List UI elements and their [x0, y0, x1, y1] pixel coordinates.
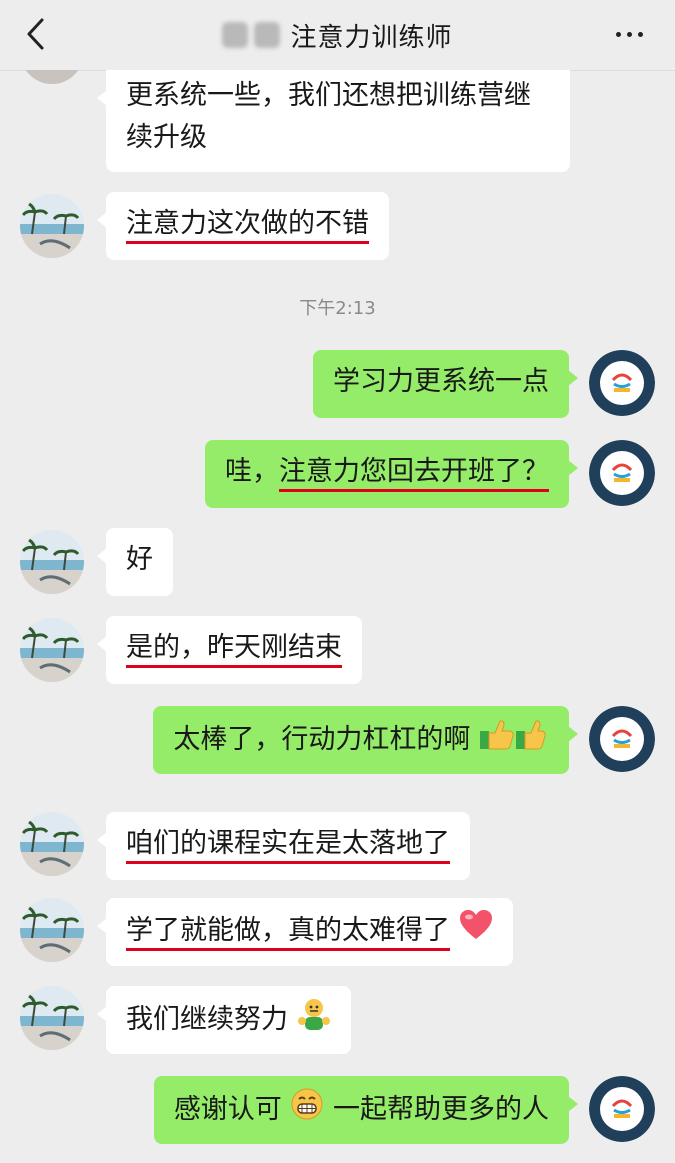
message-bubble-received[interactable]: 注意力这次做的不错 [97, 192, 389, 260]
heart-icon [459, 909, 493, 954]
message-text: 更系统一些，我们还想把训练营继 [126, 80, 531, 111]
chat-title-group: 注意力训练师 [222, 17, 452, 54]
avatar[interactable] [20, 986, 84, 1050]
avatar[interactable] [20, 194, 84, 258]
timestamp: 下午2:13 [299, 298, 376, 319]
logo-avatar-icon [589, 440, 655, 506]
message-text: 一起帮助更多的人 [333, 1094, 549, 1125]
message-bubble-received[interactable]: 咱们的课程实在是太落地了 [97, 812, 470, 880]
avatar[interactable] [20, 898, 84, 962]
avatar-self[interactable] [589, 350, 655, 416]
beach-avatar-icon [20, 194, 84, 258]
message-bubble-sent[interactable]: 哇，注意力您回去开班了？ [205, 440, 578, 508]
avatar-self[interactable] [589, 440, 655, 506]
message-text: 学习力更系统一点 [333, 366, 549, 397]
message-text: 注意力您回去开班了？ [279, 456, 549, 492]
message-text: 太棒了，行动力杠杠的啊 [173, 724, 471, 755]
message-text: 好 [126, 544, 153, 575]
beach-avatar-icon [20, 812, 84, 876]
beach-avatar-icon [20, 618, 84, 682]
avatar[interactable] [20, 618, 84, 682]
more-button[interactable] [609, 18, 649, 50]
message-text: 哇， [225, 456, 279, 487]
message-text: 续升级 [126, 122, 207, 153]
message-bubble-received[interactable]: 学了就能做，真的太难得了 [97, 898, 513, 966]
chat-header: 注意力训练师 [0, 0, 675, 71]
chat-scroll-area[interactable]: 更系统一些，我们还想把训练营继 续升级 注意力这次做的不错 下午2:13 学习力… [0, 70, 675, 1163]
message-text: 我们继续努力 [126, 1004, 288, 1035]
logo-avatar-icon [589, 350, 655, 416]
message-bubble-sent[interactable]: 学习力更系统一点 [313, 350, 578, 418]
message-text: 感谢认可 [173, 1094, 282, 1125]
message-bubble-received[interactable]: 更系统一些，我们还想把训练营继 续升级 [97, 70, 570, 172]
message-bubble-received[interactable]: 是的，昨天刚结束 [97, 616, 362, 684]
thumbs-up-icon [479, 717, 549, 764]
avatar-self[interactable] [589, 1076, 655, 1142]
message-bubble-sent[interactable]: 太棒了，行动力杠杠的啊 [153, 706, 578, 774]
logo-avatar-icon [589, 706, 655, 772]
avatar[interactable] [20, 530, 84, 594]
avatar[interactable] [20, 70, 84, 84]
message-bubble-received[interactable]: 我们继续努力 [97, 986, 351, 1054]
chevron-left-icon [27, 18, 44, 50]
message-text: 学了就能做，真的太难得了 [126, 915, 450, 951]
strong-person-icon [297, 997, 331, 1044]
message-text: 是的，昨天刚结束 [126, 632, 342, 668]
back-button[interactable] [18, 14, 52, 54]
beach-avatar-icon [20, 530, 84, 594]
chat-title: 注意力训练师 [290, 22, 453, 53]
beach-avatar-icon [20, 986, 84, 1050]
grin-face-icon [290, 1087, 324, 1134]
blurred-name [222, 22, 281, 48]
message-bubble-sent[interactable]: 感谢认可 一起帮助更多的人 [153, 1076, 579, 1144]
avatar-self[interactable] [589, 706, 655, 772]
message-text: 咱们的课程实在是太落地了 [126, 828, 450, 864]
logo-avatar-icon [589, 1076, 655, 1142]
more-dots-icon [615, 31, 643, 37]
avatar[interactable] [20, 812, 84, 876]
message-bubble-received[interactable]: 好 [97, 528, 173, 596]
beach-avatar-icon [20, 898, 84, 962]
message-text: 注意力这次做的不错 [126, 208, 369, 244]
